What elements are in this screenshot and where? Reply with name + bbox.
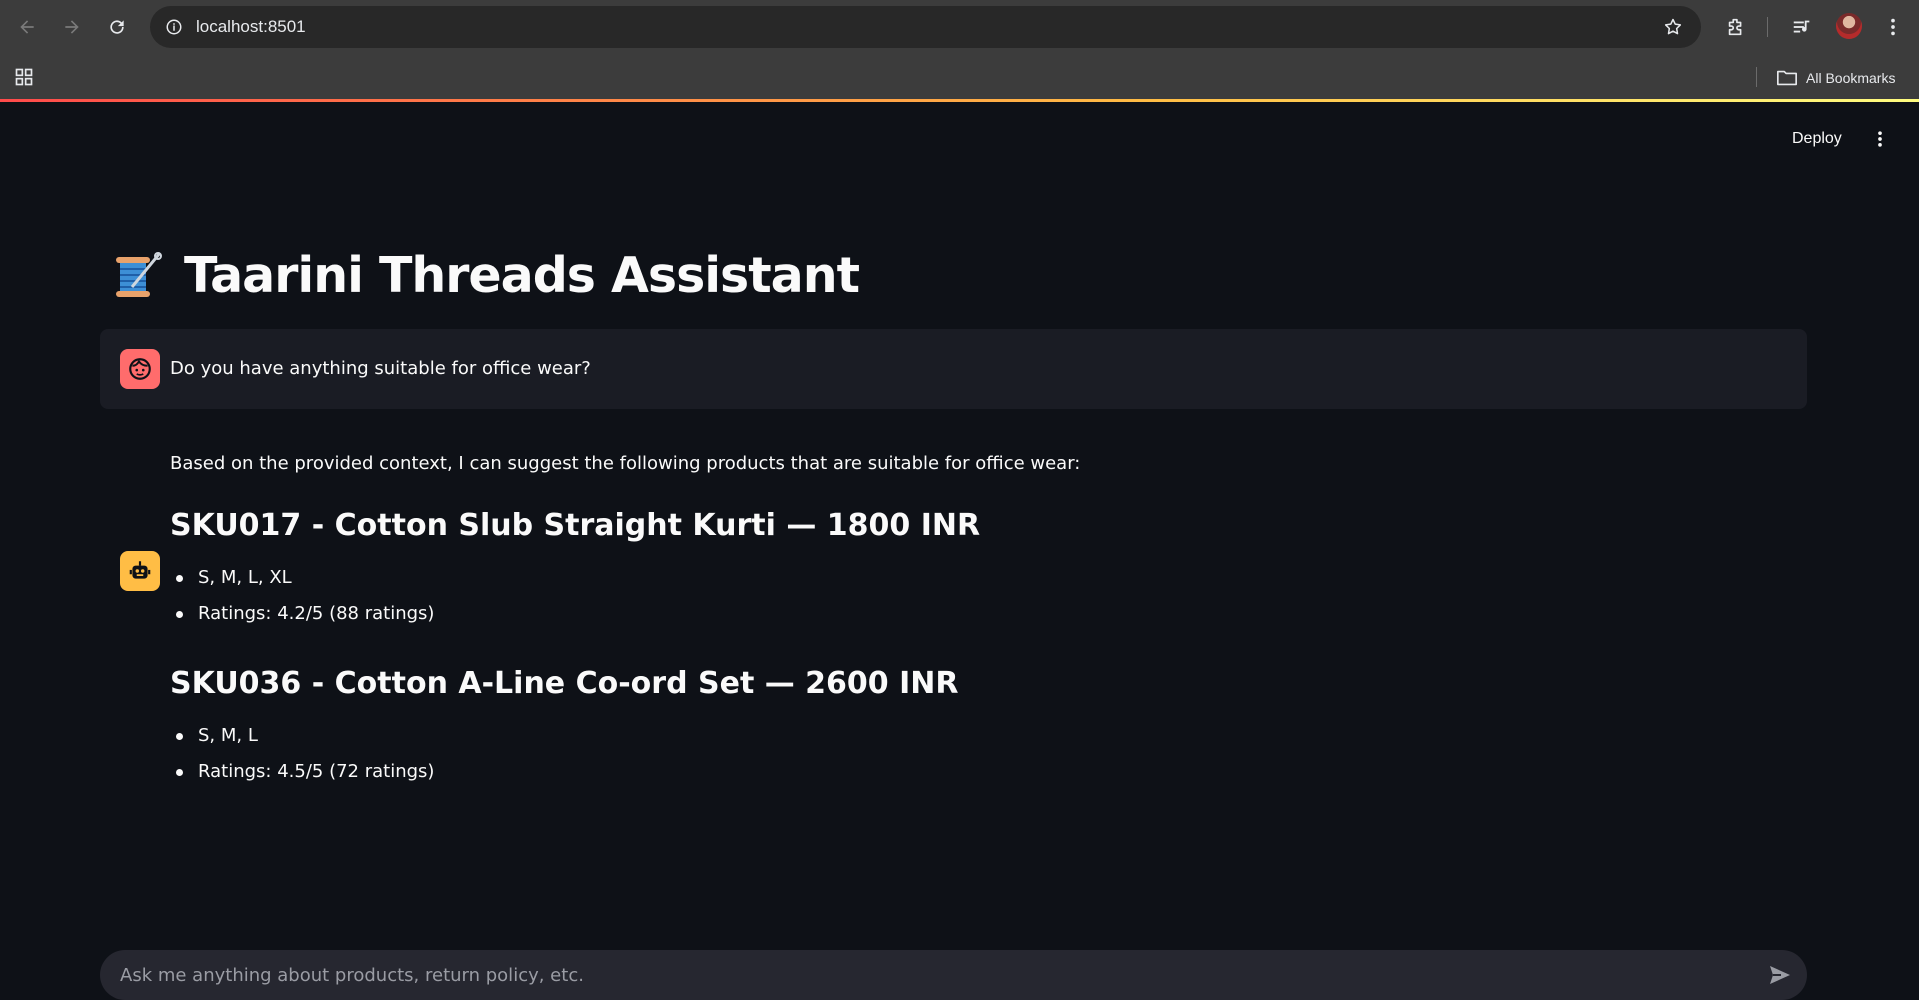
list-item: Ratings: 4.2/5 (88 ratings) [170, 596, 1770, 632]
chat-input[interactable] [120, 950, 1720, 1000]
bookmarks-divider [1756, 67, 1757, 87]
assistant-message-body: Based on the provided context, I can sug… [170, 446, 1770, 790]
assistant-avatar [120, 551, 160, 591]
toolbar-divider [1767, 17, 1768, 37]
send-icon [1770, 966, 1790, 984]
back-button[interactable] [11, 11, 43, 43]
reload-button[interactable] [101, 11, 133, 43]
list-item: S, M, L, XL [170, 560, 1770, 596]
page-title-text: Taarini Threads Assistant [184, 246, 860, 304]
site-info-icon[interactable] [162, 15, 186, 39]
media-controls-icon[interactable] [1786, 11, 1818, 43]
forward-arrow-icon [65, 20, 79, 34]
profile-avatar[interactable] [1836, 13, 1862, 39]
list-item: Ratings: 4.5/5 (72 ratings) [170, 754, 1770, 790]
product-heading: SKU017 - Cotton Slub Straight Kurti — 18… [170, 508, 981, 543]
chat-message-user: Do you have anything suitable for office… [100, 329, 1807, 409]
all-bookmarks-label: All Bookmarks [1806, 69, 1896, 86]
streamlit-app: Deploy Taarini Threads Assistant Do you … [0, 102, 1919, 1000]
assistant-intro-text: Based on the provided context, I can sug… [170, 453, 1081, 474]
reload-icon [110, 20, 124, 34]
list-item: S, M, L [170, 718, 1770, 754]
deploy-button[interactable]: Deploy [1780, 122, 1854, 156]
robot-icon [129, 561, 151, 579]
user-face-icon [129, 358, 151, 380]
bookmark-star-icon[interactable] [1661, 15, 1685, 39]
spool-of-thread-icon [116, 252, 162, 297]
page-title: Taarini Threads Assistant [108, 242, 860, 308]
back-arrow-icon [20, 20, 34, 34]
app-menu-icon[interactable] [1868, 122, 1892, 156]
product-details-list: S, M, L Ratings: 4.5/5 (72 ratings) [170, 718, 1770, 790]
user-message-text: Do you have anything suitable for office… [170, 358, 591, 379]
url-text[interactable]: localhost:8501 [196, 6, 306, 48]
browser-toolbar: localhost:8501 [0, 0, 1919, 55]
user-avatar [120, 349, 160, 389]
chat-input-container [100, 950, 1807, 1000]
product-block: SKU017 - Cotton Slub Straight Kurti — 18… [170, 506, 1770, 632]
product-details-list: S, M, L, XL Ratings: 4.2/5 (88 ratings) [170, 560, 1770, 632]
product-block: SKU036 - Cotton A-Line Co-ord Set — 2600… [170, 664, 1770, 790]
product-heading: SKU036 - Cotton A-Line Co-ord Set — 2600… [170, 666, 959, 701]
address-bar[interactable]: localhost:8501 [150, 6, 1701, 48]
extensions-icon[interactable] [1720, 11, 1752, 43]
folder-icon [1777, 70, 1797, 85]
apps-grid-icon[interactable] [12, 65, 36, 89]
bookmarks-bar: All Bookmarks [0, 55, 1919, 100]
forward-button[interactable] [56, 11, 88, 43]
all-bookmarks-button[interactable]: All Bookmarks [1776, 55, 1895, 100]
browser-menu-icon[interactable] [1877, 11, 1909, 43]
